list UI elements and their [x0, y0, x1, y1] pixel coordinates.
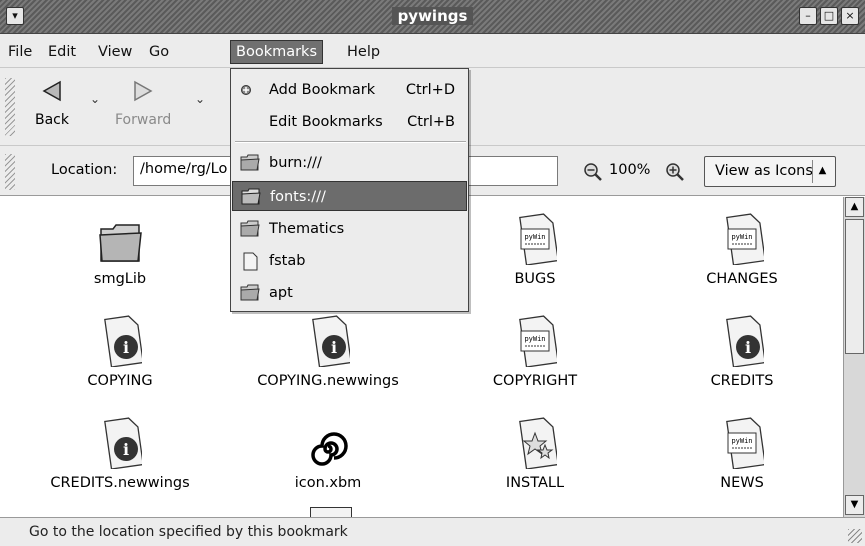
edit-bookmarks-shortcut: Ctrl+B	[407, 114, 455, 130]
chevron-down-icon: ▲	[812, 160, 832, 183]
info-doc-icon: i	[20, 413, 220, 469]
minimize-button[interactable]: –	[799, 7, 817, 25]
file-name: NEWS	[720, 475, 764, 491]
file-name: INSTALL	[505, 475, 565, 491]
file-name: CHANGES	[706, 271, 778, 287]
edit-bookmarks-label: Edit Bookmarks	[269, 114, 383, 130]
bookmark-fonts[interactable]: fonts:///	[232, 181, 467, 211]
add-bookmark-label: Add Bookmark	[269, 82, 376, 98]
view-as-select[interactable]: View as Icons ▲	[704, 156, 836, 187]
file-item[interactable]: pyWin CHANGES	[642, 209, 842, 287]
pywin-doc-icon: pyWin	[642, 209, 842, 265]
back-button[interactable]: Back	[32, 76, 72, 128]
bookmark-label: fonts:///	[270, 189, 326, 205]
bookmark-label: burn:///	[269, 155, 322, 171]
vertical-scrollbar[interactable]: ▲ ▼	[843, 197, 865, 517]
install-doc-icon	[435, 413, 635, 469]
file-item[interactable]: i COPYING	[20, 311, 220, 389]
locationbar-grip[interactable]	[5, 154, 15, 190]
bookmarks-menu: Add Bookmark Ctrl+D Edit Bookmarks Ctrl+…	[230, 68, 469, 312]
folder-icon	[20, 209, 220, 265]
toolbar-grip[interactable]	[5, 78, 15, 136]
bookmark-label: fstab	[269, 253, 306, 269]
file-item[interactable]: pyWin COPYRIGHT	[435, 311, 635, 389]
zoom-out-icon[interactable]	[582, 162, 604, 186]
resize-grip-icon[interactable]	[848, 529, 862, 543]
file-item[interactable]: i COPYING.newwings	[228, 311, 428, 389]
scroll-down-icon[interactable]: ▼	[845, 495, 864, 515]
menu-go[interactable]: Go	[144, 40, 174, 64]
file-item[interactable]: pyWin NEWS	[642, 413, 842, 491]
pywin-doc-icon: pyWin	[642, 413, 842, 469]
file-name: CREDITS.newwings	[50, 475, 190, 491]
info-doc-icon: i	[228, 311, 428, 367]
zoom-in-icon[interactable]	[664, 162, 686, 186]
menu-separator	[235, 141, 466, 143]
menu-bar: File Edit View Go Bookmarks Help	[0, 34, 865, 68]
file-item[interactable]: smgLib	[20, 209, 220, 287]
add-bookmark-item[interactable]: Add Bookmark Ctrl+D	[232, 75, 467, 105]
status-bar: Go to the location specified by this boo…	[0, 517, 865, 546]
file-item[interactable]: i CREDITS.newwings	[20, 413, 220, 491]
document-icon[interactable]	[310, 507, 352, 517]
view-as-value: View as Icons	[715, 163, 813, 179]
scroll-up-icon[interactable]: ▲	[845, 197, 864, 217]
file-item[interactable]: INSTALL	[435, 413, 635, 491]
bookmark-apt[interactable]: apt	[232, 278, 467, 308]
file-item[interactable]: icon.xbm	[228, 413, 428, 491]
menu-edit[interactable]: Edit	[43, 40, 81, 64]
file-item[interactable]: i CREDITS	[642, 311, 842, 389]
close-button[interactable]: ×	[841, 7, 859, 25]
menu-bookmarks[interactable]: Bookmarks	[230, 40, 324, 64]
back-history-chevron-icon[interactable]: ⌄	[90, 92, 100, 106]
pywin-doc-icon: pyWin	[435, 311, 635, 367]
edit-bookmarks-item[interactable]: Edit Bookmarks Ctrl+B	[232, 107, 467, 137]
maximize-button[interactable]: □	[820, 7, 838, 25]
folder-icon	[240, 278, 260, 319]
window-title: pywings	[0, 7, 865, 25]
bookmark-label: Thematics	[269, 221, 345, 237]
svg-text:i: i	[745, 338, 751, 357]
file-name: COPYING	[87, 373, 153, 389]
svg-text:i: i	[123, 338, 129, 357]
forward-label: Forward	[115, 112, 172, 128]
add-bookmark-shortcut: Ctrl+D	[405, 82, 455, 98]
forward-button[interactable]: Forward	[115, 76, 171, 128]
info-doc-icon: i	[642, 311, 842, 367]
menu-help[interactable]: Help	[342, 40, 385, 64]
bookmark-burn[interactable]: burn:///	[232, 148, 467, 178]
title-bar: ▾ pywings – □ ×	[0, 0, 865, 34]
back-arrow-icon	[32, 76, 72, 106]
svg-text:pyWin: pyWin	[524, 233, 545, 241]
info-doc-icon: i	[20, 311, 220, 367]
svg-text:pyWin: pyWin	[731, 233, 752, 241]
menu-file[interactable]: File	[3, 40, 37, 64]
scroll-thumb[interactable]	[845, 219, 864, 354]
file-name: icon.xbm	[294, 475, 362, 491]
file-name: COPYRIGHT	[492, 373, 578, 389]
back-label: Back	[35, 112, 69, 128]
file-name: COPYING.newwings	[257, 373, 399, 389]
forward-arrow-icon	[123, 76, 163, 106]
zoom-level[interactable]: 100%	[609, 162, 650, 178]
bookmark-label: apt	[269, 285, 293, 301]
file-name: CREDITS	[710, 373, 774, 389]
status-text: Go to the location specified by this boo…	[29, 524, 348, 540]
svg-text:i: i	[123, 440, 129, 459]
bookmark-thematics[interactable]: Thematics	[232, 214, 467, 244]
location-label: Location:	[51, 162, 118, 178]
spiral-image-icon	[228, 413, 428, 469]
forward-history-chevron-icon[interactable]: ⌄	[195, 92, 205, 106]
svg-text:i: i	[331, 338, 337, 357]
file-name: smgLib	[93, 271, 147, 287]
svg-text:pyWin: pyWin	[731, 437, 752, 445]
svg-text:pyWin: pyWin	[524, 335, 545, 343]
bookmark-fstab[interactable]: fstab	[232, 246, 467, 276]
menu-view[interactable]: View	[93, 40, 137, 64]
